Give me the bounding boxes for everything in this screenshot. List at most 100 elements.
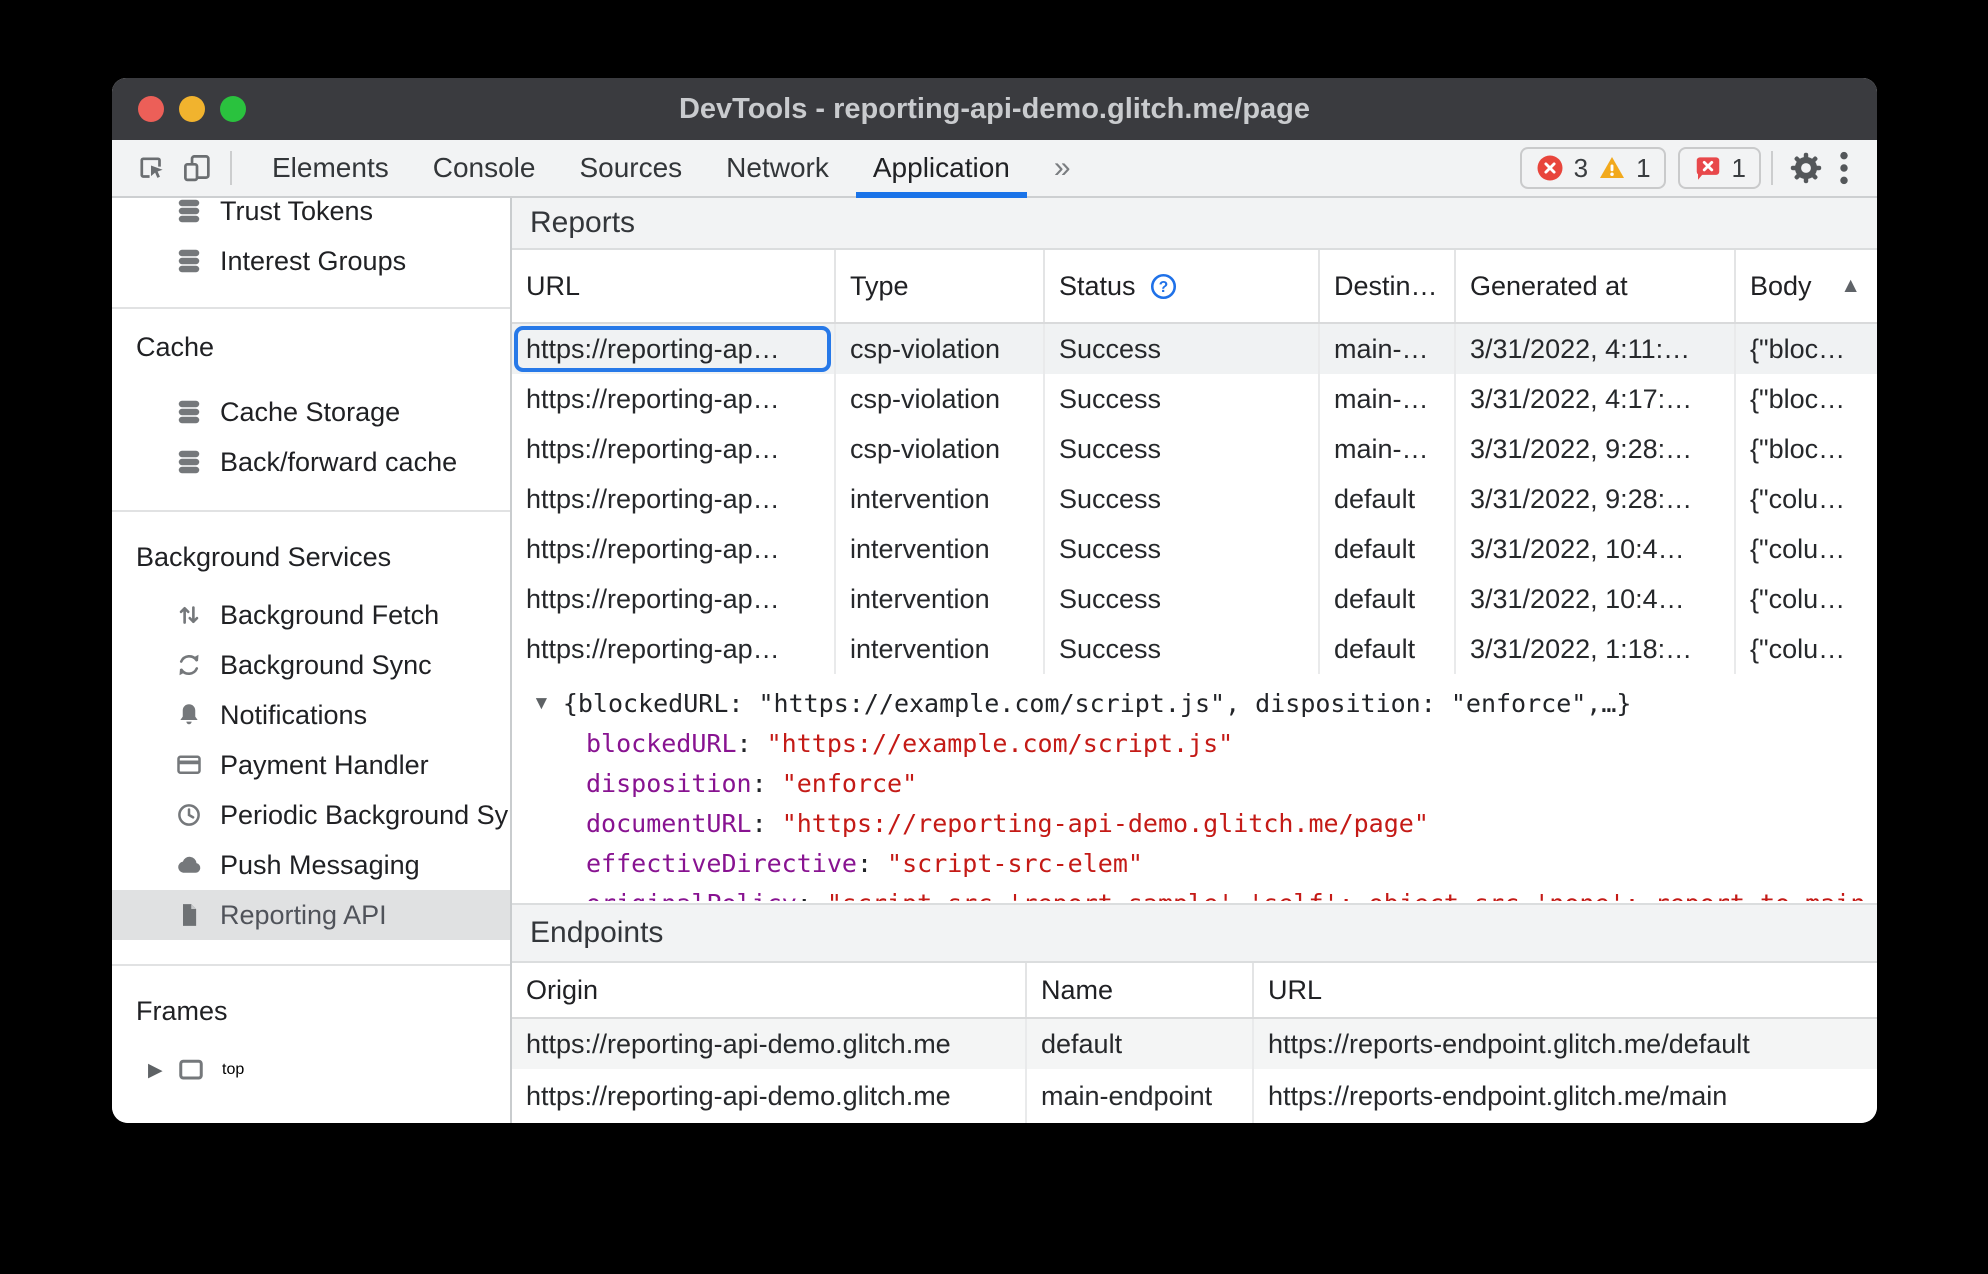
report-destination-cell[interactable]: main-… [1320,374,1456,424]
report-status-cell[interactable]: Success [1045,574,1320,624]
column-header-type[interactable]: Type [836,250,1045,322]
close-window-button[interactable] [138,96,164,122]
report-type-cell[interactable]: csp-violation [836,374,1045,424]
report-url-cell[interactable]: https://reporting-ap… [512,424,836,474]
console-errors-warnings-button[interactable]: 3 1 [1519,147,1666,189]
report-type-cell[interactable]: intervention [836,624,1045,674]
column-header-status[interactable]: Status ? [1045,250,1320,322]
report-generated-cell[interactable]: 3/31/2022, 9:28:… [1456,424,1736,474]
report-generated-cell[interactable]: 3/31/2022, 4:17:… [1456,374,1736,424]
report-type-cell[interactable]: intervention [836,524,1045,574]
sidebar-item-periodic-background-sync[interactable]: Periodic Background Sync [112,790,510,840]
column-header-url[interactable]: URL [512,250,836,322]
report-body-cell[interactable]: {"bloc… [1736,424,1877,474]
endpoint-origin-cell[interactable]: https://reporting-api-demo.glitch.me [512,1019,1027,1069]
report-generated-cell[interactable]: 3/31/2022, 10:4… [1456,574,1736,624]
endpoint-url-cell[interactable]: https://reports-endpoint.glitch.me/main [1254,1069,1877,1123]
report-url-cell[interactable]: https://reporting-ap… [512,474,836,524]
settings-button[interactable] [1783,145,1829,191]
tab-elements[interactable]: Elements [250,140,411,196]
report-body-cell[interactable]: {"bloc… [1736,374,1877,424]
column-header-destination[interactable]: Destin… [1320,250,1456,322]
report-destination-cell[interactable]: default [1320,574,1456,624]
report-type-cell[interactable]: csp-violation [836,324,1045,374]
sidebar-item-back-forward-cache[interactable]: Back/forward cache [112,437,510,487]
report-url-cell[interactable]: https://reporting-ap… [512,574,836,624]
sidebar-item-cache-storage[interactable]: Cache Storage [112,387,510,437]
report-status-cell[interactable]: Success [1045,524,1320,574]
report-url-cell[interactable]: https://reporting-ap… [512,624,836,674]
endpoint-name-cell[interactable]: default [1027,1019,1254,1069]
tab-console[interactable]: Console [411,140,558,196]
more-options-button[interactable] [1829,145,1859,191]
status-help-icon[interactable]: ? [1148,271,1179,302]
collapse-triangle-icon[interactable]: ▼ [532,684,551,724]
endpoint-origin-cell[interactable]: https://reporting-api-demo.glitch.me [512,1069,1027,1123]
sidebar-item-payment-handler[interactable]: Payment Handler [112,740,510,790]
more-tabs-button[interactable]: » [1032,140,1091,196]
report-body-cell[interactable]: {"colu… [1736,624,1877,674]
report-url-cell[interactable]: https://reporting-ap… [512,524,836,574]
column-header-origin[interactable]: Origin [512,963,1027,1017]
report-generated-cell[interactable]: 3/31/2022, 1:18:… [1456,624,1736,674]
report-destination-cell[interactable]: main-… [1320,424,1456,474]
report-destination-cell[interactable]: default [1320,624,1456,674]
tab-application[interactable]: Application [851,140,1032,198]
report-body-cell[interactable]: {"colu… [1736,574,1877,624]
sidebar-item-interest-groups[interactable]: Interest Groups [112,236,510,286]
sidebar-item-push-messaging[interactable]: Push Messaging [112,840,510,890]
sidebar-item-reporting-api[interactable]: Reporting API [112,890,510,940]
report-type-cell[interactable]: csp-violation [836,424,1045,474]
report-url-cell[interactable]: https://reporting-ap… [512,324,836,374]
json-property: documentURL"https://reporting-api-demo.g… [512,804,1877,844]
report-row[interactable]: https://reporting-ap… intervention Succe… [512,524,1877,574]
report-body-cell[interactable]: {"bloc… [1736,324,1877,374]
endpoint-url-cell[interactable]: https://reports-endpoint.glitch.me/defau… [1254,1019,1877,1069]
sidebar-section-header: Cache [136,332,215,362]
report-row[interactable]: https://reporting-ap… intervention Succe… [512,624,1877,674]
report-body-cell[interactable]: {"colu… [1736,474,1877,524]
report-status-cell[interactable]: Success [1045,474,1320,524]
tab-network[interactable]: Network [704,140,851,196]
sidebar-item-trust-tokens[interactable]: Trust Tokens [112,198,510,236]
report-status-cell[interactable]: Success [1045,424,1320,474]
report-generated-cell[interactable]: 3/31/2022, 10:4… [1456,524,1736,574]
report-row[interactable]: https://reporting-ap… csp-violation Succ… [512,424,1877,474]
report-destination-cell[interactable]: default [1320,474,1456,524]
report-generated-cell[interactable]: 3/31/2022, 9:28:… [1456,474,1736,524]
sidebar-item-notifications[interactable]: Notifications [112,690,510,740]
endpoint-row[interactable]: https://reporting-api-demo.glitch.me mai… [512,1069,1877,1123]
expand-triangle-icon[interactable]: ▶ [148,1059,176,1082]
toggle-device-toolbar-button[interactable] [174,145,220,191]
report-body-cell[interactable]: {"colu… [1736,524,1877,574]
inspect-element-button[interactable] [128,145,174,191]
report-destination-cell[interactable]: default [1320,524,1456,574]
json-property: effectiveDirective"script-src-elem" [512,844,1877,884]
report-row[interactable]: https://reporting-ap… csp-violation Succ… [512,374,1877,424]
report-row[interactable]: https://reporting-ap… intervention Succe… [512,474,1877,524]
column-header-name[interactable]: Name [1027,963,1254,1017]
sidebar-item-top-frame[interactable]: ▶ top [112,1045,510,1095]
report-type-cell[interactable]: intervention [836,574,1045,624]
report-status-cell[interactable]: Success [1045,324,1320,374]
zoom-window-button[interactable] [220,96,246,122]
sidebar-item-background-fetch[interactable]: Background Fetch [112,590,510,640]
column-header-generated-at[interactable]: Generated at [1456,250,1736,322]
minimize-window-button[interactable] [179,96,205,122]
tab-sources[interactable]: Sources [557,140,704,196]
report-url-cell[interactable]: https://reporting-ap… [512,374,836,424]
report-type-cell[interactable]: intervention [836,474,1045,524]
report-destination-cell[interactable]: main-… [1320,324,1456,374]
sidebar-item-background-sync[interactable]: Background Sync [112,640,510,690]
report-row[interactable]: https://reporting-ap… intervention Succe… [512,574,1877,624]
endpoint-row[interactable]: https://reporting-api-demo.glitch.me def… [512,1019,1877,1069]
json-preview-row[interactable]: ▼ {blockedURL: "https://example.com/scrip… [512,684,1877,724]
report-row[interactable]: https://reporting-ap… csp-violation Succ… [512,324,1877,374]
report-generated-cell[interactable]: 3/31/2022, 4:11:… [1456,324,1736,374]
column-header-body[interactable]: Body ▲ [1736,250,1877,322]
report-status-cell[interactable]: Success [1045,374,1320,424]
column-header-endpoint-url[interactable]: URL [1254,963,1877,1017]
issues-button[interactable]: 1 [1677,147,1761,189]
endpoint-name-cell[interactable]: main-endpoint [1027,1069,1254,1123]
report-status-cell[interactable]: Success [1045,624,1320,674]
